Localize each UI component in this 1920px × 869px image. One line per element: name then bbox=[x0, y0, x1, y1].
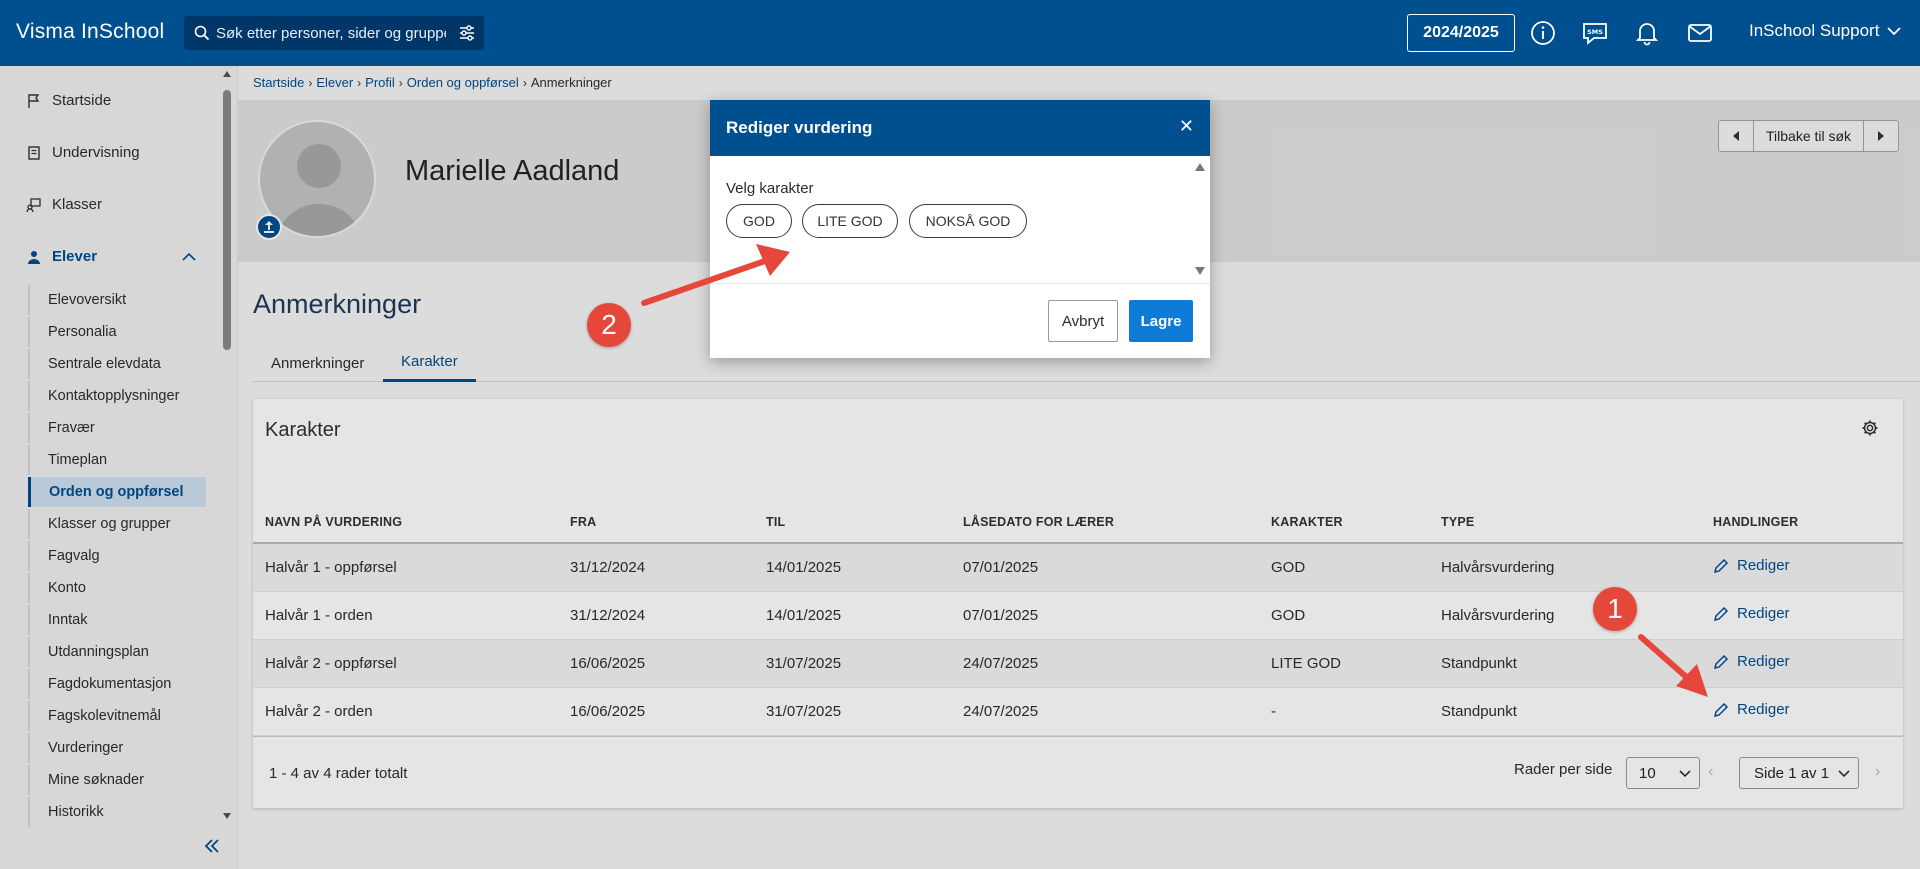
grade-option-noksa-god[interactable]: NOKSÅ GOD bbox=[909, 204, 1027, 238]
scroll-up-icon[interactable] bbox=[1194, 162, 1206, 172]
global-search bbox=[184, 16, 484, 50]
sms-icon[interactable]: SMS bbox=[1581, 19, 1609, 47]
app-brand[interactable]: Visma InSchool bbox=[16, 20, 164, 44]
grade-option-lite-god[interactable]: LITE GOD bbox=[802, 204, 898, 238]
grade-option-god[interactable]: GOD bbox=[726, 204, 792, 238]
step-callout-1: 1 bbox=[1593, 587, 1637, 631]
search-icon bbox=[194, 25, 210, 41]
dialog-body: Velg karakter GOD LITE GOD NOKSÅ GOD bbox=[710, 156, 1210, 284]
scroll-down-icon[interactable] bbox=[1194, 266, 1206, 276]
top-bar: Visma InSchool 2024/2025 SMS InSchool Su… bbox=[0, 0, 1920, 66]
mail-icon[interactable] bbox=[1686, 19, 1714, 47]
school-year-button[interactable]: 2024/2025 bbox=[1407, 14, 1515, 52]
user-menu[interactable]: InSchool Support bbox=[1749, 21, 1902, 41]
grade-label: Velg karakter bbox=[726, 180, 814, 197]
search-input[interactable] bbox=[216, 23, 446, 43]
filter-settings-icon[interactable] bbox=[458, 24, 476, 42]
user-name: InSchool Support bbox=[1749, 21, 1880, 40]
edit-grade-dialog: Rediger vurdering ✕ Velg karakter GOD LI… bbox=[710, 100, 1210, 358]
save-button[interactable]: Lagre bbox=[1129, 300, 1193, 342]
info-icon[interactable] bbox=[1529, 19, 1557, 47]
dialog-title: Rediger vurdering bbox=[726, 118, 873, 137]
cancel-button[interactable]: Avbryt bbox=[1048, 300, 1118, 342]
chevron-down-icon bbox=[1887, 27, 1902, 36]
close-icon[interactable]: ✕ bbox=[1179, 116, 1194, 137]
dialog-header: Rediger vurdering ✕ bbox=[710, 100, 1210, 156]
svg-text:SMS: SMS bbox=[1587, 28, 1603, 36]
bell-icon[interactable] bbox=[1633, 19, 1661, 47]
step-callout-2: 2 bbox=[587, 303, 631, 347]
